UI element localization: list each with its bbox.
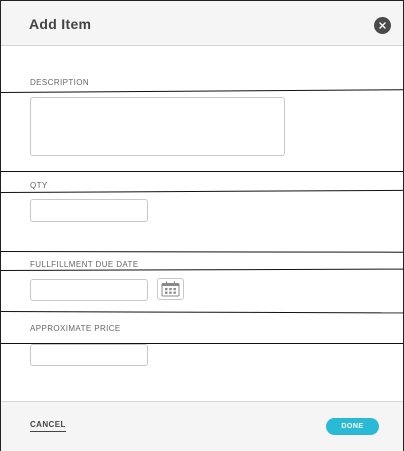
cancel-button[interactable]: CANCEL <box>30 420 66 432</box>
qty-label: QTY <box>30 181 48 190</box>
dialog-footer: CANCEL DONE <box>1 401 403 451</box>
description-textarea[interactable] <box>30 97 285 156</box>
close-icon <box>379 22 386 29</box>
separator-line <box>0 89 403 93</box>
separator-line <box>0 189 403 193</box>
due-date-input[interactable] <box>30 279 148 301</box>
price-label: APPROXIMATE PRICE <box>30 324 121 333</box>
dialog-title: Add Item <box>29 16 92 32</box>
dialog-header: Add Item <box>1 1 403 46</box>
description-label: DESCRIPTION <box>30 78 90 87</box>
separator-line <box>0 311 403 314</box>
calendar-icon <box>161 281 180 297</box>
done-button[interactable]: DONE <box>326 418 379 435</box>
separator-line <box>0 251 404 253</box>
price-input[interactable] <box>30 344 148 366</box>
date-picker-button[interactable] <box>157 278 184 300</box>
separator-line <box>1 171 403 172</box>
qty-input[interactable] <box>30 199 148 222</box>
close-button[interactable] <box>374 17 391 34</box>
due-date-label: FULLFILLMENT DUE DATE <box>30 260 139 269</box>
add-item-dialog: Add Item DESCRIPTION QTY FULLFILLMENT DU… <box>0 0 404 451</box>
